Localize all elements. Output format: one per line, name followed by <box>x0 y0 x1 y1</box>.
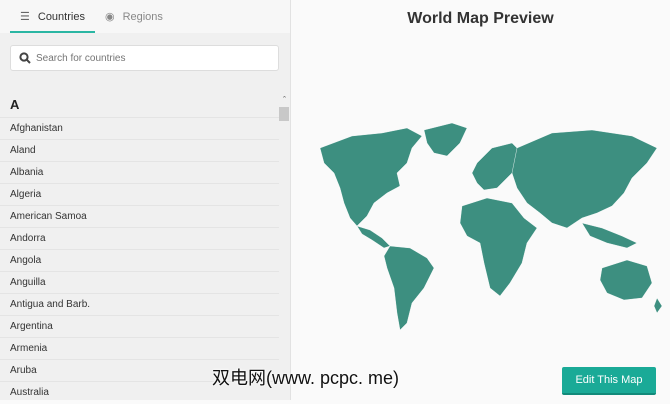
country-item[interactable]: Algeria <box>0 183 279 205</box>
country-item[interactable]: Albania <box>0 161 279 183</box>
country-item[interactable]: Anguilla <box>0 271 279 293</box>
country-item[interactable]: American Samoa <box>0 205 279 227</box>
country-item[interactable]: Andorra <box>0 227 279 249</box>
page-title: World Map Preview <box>407 10 554 27</box>
watermark: 双电网(www. pcpc. me) <box>212 368 400 388</box>
tab-countries[interactable]: ☰ Countries <box>10 0 95 33</box>
scroll-thumb[interactable] <box>279 107 289 121</box>
tab-bar: ☰ Countries ◉ Regions <box>0 0 290 33</box>
scrollbar[interactable]: ˆ <box>279 95 290 400</box>
africa <box>459 197 538 297</box>
edit-map-button[interactable]: Edit This Map <box>562 367 656 395</box>
search-input[interactable] <box>36 52 256 64</box>
tab-regions[interactable]: ◉ Regions <box>95 0 173 33</box>
search-box[interactable] <box>10 45 279 71</box>
country-item[interactable]: Aland <box>0 139 279 161</box>
list-icon: ☰ <box>20 11 30 23</box>
country-list: Afghanistan Aland Albania Algeria American S… <box>0 117 279 403</box>
map-pin-icon: ◉ <box>104 11 115 23</box>
north-america <box>319 127 423 227</box>
search-icon <box>19 52 31 64</box>
letter-heading: A <box>10 97 20 112</box>
central-america <box>356 225 391 249</box>
south-america <box>383 245 435 331</box>
new-zealand <box>653 297 663 314</box>
left-panel: ☰ Countries ◉ Regions A AfghanistanAland… <box>0 0 291 400</box>
country-item[interactable]: Afghanistan <box>0 117 279 139</box>
country-item[interactable]: Armenia <box>0 337 279 359</box>
world-map[interactable] <box>312 118 664 338</box>
asia <box>511 129 658 229</box>
country-item[interactable]: Argentina <box>0 315 279 337</box>
country-item[interactable]: Angola <box>0 249 279 271</box>
australia <box>599 259 653 301</box>
southeast-asia <box>581 222 638 249</box>
scroll-up-icon[interactable]: ˆ <box>279 95 290 107</box>
country-item[interactable]: Antigua and Barb. <box>0 293 279 315</box>
greenland <box>423 122 468 157</box>
